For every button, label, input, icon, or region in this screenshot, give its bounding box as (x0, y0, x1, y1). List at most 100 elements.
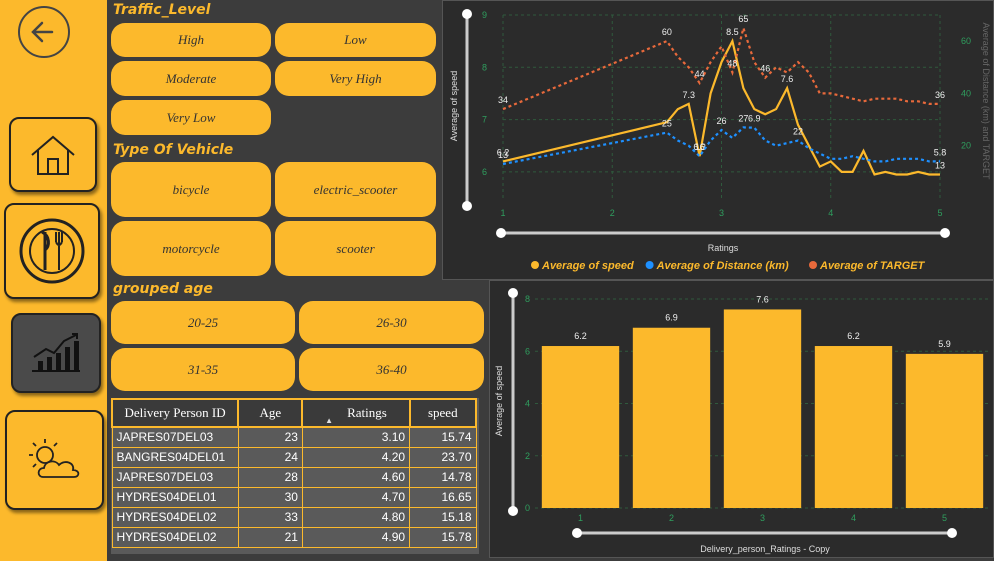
table-cell: 4.60 (301, 466, 411, 488)
vehicle-option-bicycle[interactable]: bicycle (111, 162, 271, 217)
table-row[interactable]: BANGRES04DEL01 24 4.20 23.70 (111, 446, 477, 468)
slider-handle-bottom (508, 506, 518, 516)
data-label: 16 (695, 142, 705, 152)
slider-handle-bottom (462, 201, 472, 211)
food-button[interactable] (4, 203, 100, 299)
age-option-31-35[interactable]: 31-35 (111, 348, 295, 391)
column-header-ratings-label: Ratings (347, 405, 387, 420)
back-button[interactable] (18, 6, 70, 58)
vehicle-option-electric-scooter[interactable]: electric_scooter (275, 162, 436, 217)
y-tick-label: 0 (525, 503, 530, 513)
y2-tick-label: 60 (961, 36, 971, 46)
traffic-option-very-high[interactable]: Very High (275, 61, 436, 96)
home-button[interactable] (9, 117, 97, 192)
table-cell: JAPRES07DEL03 (111, 466, 239, 488)
column-header-age[interactable]: Age (237, 398, 304, 428)
x-tick-label: 1 (500, 208, 505, 218)
bar (632, 327, 711, 508)
table-cell: 28 (237, 466, 303, 488)
legend-label: Average of Distance (km) (656, 260, 789, 272)
table-cell: 21 (237, 526, 303, 548)
table-cell: 30 (237, 486, 303, 508)
y-tick-label: 8 (525, 294, 530, 304)
age-option-26-30[interactable]: 26-30 (299, 301, 484, 344)
back-arrow-icon (31, 21, 54, 43)
table-cell: 3.10 (301, 426, 411, 448)
line-chart-icon (32, 333, 80, 372)
data-label: 7.3 (682, 90, 695, 100)
slider-handle-right (940, 228, 950, 238)
data-label: 6.9 (665, 313, 678, 323)
vehicle-option-motorcycle[interactable]: motorcycle (111, 221, 271, 276)
data-label: 26 (716, 116, 726, 126)
age-option-36-40[interactable]: 36-40 (299, 348, 484, 391)
traffic-option-very-low[interactable]: Very Low (111, 100, 271, 135)
bar (905, 353, 984, 508)
bar-chart-panel: 0 2 4 6 8 6.2 1 6.9 2 7.6 3 6.2 4 5.9 5 Average of spee… (489, 280, 994, 558)
y-tick-label: 6 (482, 167, 487, 177)
data-label: 7.6 (781, 74, 794, 84)
y-axis-label: Average of speed (449, 71, 459, 141)
data-label: 13 (498, 150, 508, 160)
slider-handle-left (572, 528, 582, 538)
legend-label: Average of TARGET (819, 260, 926, 272)
slider-handle-top (508, 288, 518, 298)
table-cell: BANGRES04DEL01 (111, 446, 239, 468)
line-chart: 1 2 3 4 56789204060Average of speed Average o… (449, 9, 991, 272)
column-header-id[interactable]: Delivery Person ID (110, 398, 240, 428)
y-tick-label: 2 (525, 451, 530, 461)
x-tick-label: 5 (937, 208, 942, 218)
legend-marker (645, 261, 654, 269)
data-label: 46 (760, 64, 770, 74)
slider-handle-left (496, 228, 506, 238)
data-label: 65 (738, 14, 748, 24)
column-header-speed[interactable]: speed (408, 398, 478, 428)
weather-button[interactable] (5, 410, 104, 510)
data-label: 34 (498, 95, 508, 105)
slicer-panel: Traffic_Level High Low Moderate Very Hig… (107, 0, 484, 400)
data-label: 44 (695, 69, 705, 79)
dashboard-button[interactable] (11, 313, 101, 393)
table-row[interactable]: HYDRES04DEL02 33 4.80 15.18 (111, 506, 477, 528)
home-icon (31, 135, 75, 175)
table-row[interactable]: HYDRES04DEL01 30 4.70 16.65 (111, 486, 477, 508)
vehicle-option-scooter[interactable]: scooter (275, 221, 436, 276)
table-cell: 15.78 (409, 526, 477, 548)
table-cell: 15.18 (409, 506, 477, 528)
x-tick-label: 5 (942, 513, 947, 523)
traffic-option-high[interactable]: High (111, 23, 271, 57)
x-axis-label: Ratings (708, 243, 739, 253)
column-header-ratings[interactable]: ▲ Ratings (301, 398, 411, 428)
delivery-table: Delivery Person ID Age ▲ Ratings speed JA… (110, 398, 479, 554)
age-option-20-25[interactable]: 20-25 (111, 301, 295, 344)
table-cell: 14.78 (409, 466, 477, 488)
data-label: 27 (738, 113, 748, 123)
vehicle-slicer-title: Type Of Vehicle (113, 142, 234, 158)
table-header-row: Delivery Person ID Age ▲ Ratings speed (110, 398, 478, 428)
legend-label: Average of speed (541, 260, 634, 272)
table-cell: HYDRES04DEL02 (111, 506, 239, 528)
x-tick-label: 1 (578, 513, 583, 523)
data-label: 60 (662, 27, 672, 37)
table-cell: 23 (237, 426, 303, 448)
table-row[interactable]: JAPRES07DEL03 28 4.60 14.78 (111, 466, 477, 488)
table-row[interactable]: HYDRES04DEL02 21 4.90 15.78 (111, 526, 477, 548)
report-page: Traffic_Level High Low Moderate Very Hig… (0, 0, 994, 561)
y2-axis-label: Average of Distance (km) and TARGET (981, 22, 991, 180)
bar-chart: 0 2 4 6 8 6.2 1 6.9 2 7.6 3 6.2 4 5.9 5 Average of spee… (494, 288, 990, 554)
table-cell: 33 (237, 506, 303, 528)
traffic-option-low[interactable]: Low (275, 23, 436, 57)
x-tick-label: 2 (669, 513, 674, 523)
data-label: 22 (793, 126, 803, 136)
y-tick-label: 9 (482, 10, 487, 20)
plate-fork-knife-icon (19, 218, 85, 284)
table-cell: 15.74 (409, 426, 477, 448)
y-tick-label: 4 (525, 399, 530, 409)
table-row[interactable]: JAPRES07DEL03 23 3.10 15.74 (111, 426, 477, 448)
traffic-option-moderate[interactable]: Moderate (111, 61, 271, 96)
data-label: 48 (727, 59, 737, 69)
data-label: 5.9 (938, 339, 951, 349)
table-cell: 4.70 (301, 486, 411, 508)
nav-rail (0, 0, 107, 561)
data-label: 5.8 (934, 147, 947, 157)
